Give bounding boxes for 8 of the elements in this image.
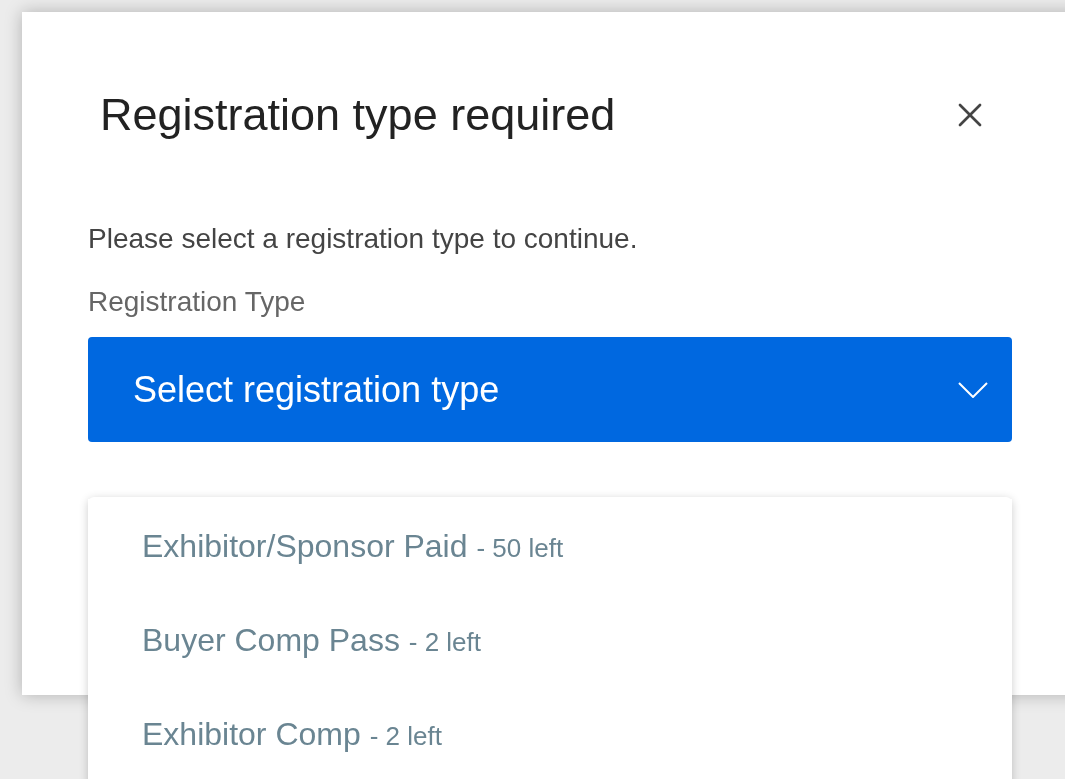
dropdown-option[interactable]: Buyer Comp Pass - 2 left bbox=[88, 593, 1012, 687]
registration-type-select[interactable]: Select registration type bbox=[88, 337, 1012, 442]
dialog-description: Please select a registration type to continue. bbox=[88, 222, 639, 256]
dropdown-option[interactable]: Exhibitor Comp - 2 left bbox=[88, 687, 1012, 779]
dropdown-option[interactable]: Exhibitor/Sponsor Paid - 50 left bbox=[88, 499, 1012, 593]
field-label: Registration Type bbox=[88, 285, 307, 319]
dialog-title: Registration type required bbox=[100, 92, 616, 137]
chevron-icon bbox=[958, 381, 988, 398]
